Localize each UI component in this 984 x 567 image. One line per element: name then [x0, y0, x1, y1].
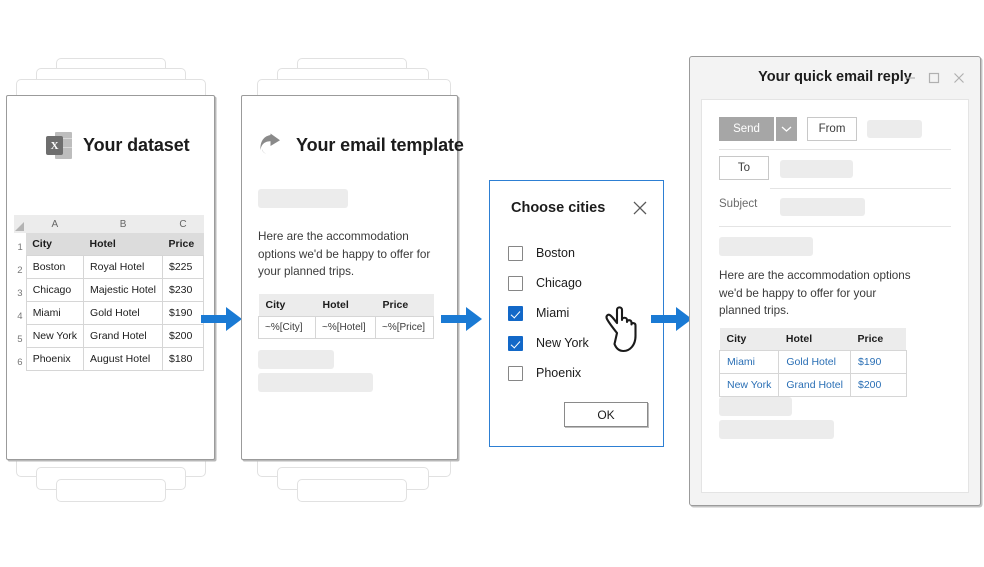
- token-city[interactable]: ~%[City]: [258, 316, 316, 339]
- checkbox-label-phoenix: Phoenix: [536, 366, 582, 380]
- checkbox-phoenix[interactable]: [508, 365, 523, 381]
- from-button[interactable]: From: [807, 117, 857, 141]
- template-signature-placeholder-2: [258, 373, 373, 392]
- signature-placeholder-1: [719, 397, 792, 416]
- cell-city[interactable]: New York: [718, 373, 780, 397]
- cell-hotel[interactable]: Grand Hotel: [778, 373, 851, 397]
- checkbox-row-chicago[interactable]: Chicago: [508, 268, 648, 298]
- cell-price[interactable]: $190: [849, 350, 907, 374]
- minimize-icon[interactable]: [902, 70, 918, 86]
- template-body-text: Here are the accommodation options we'd …: [258, 230, 431, 278]
- signature-placeholder-2: [719, 420, 834, 439]
- greeting-placeholder: [719, 237, 813, 256]
- table-row: New York Grand Hotel $200: [718, 373, 907, 397]
- header-price: Price: [375, 294, 434, 317]
- email-reply-window: Your quick email reply Send From To Subj…: [689, 56, 981, 506]
- header-price: Price: [850, 328, 907, 351]
- subject-label: Subject: [719, 198, 758, 210]
- email-compose-area: Send From To Subject Here are the accomm…: [701, 99, 969, 493]
- checkbox-row-phoenix[interactable]: Phoenix: [508, 358, 648, 388]
- subject-field-value[interactable]: [780, 198, 865, 216]
- to-button[interactable]: To: [719, 156, 769, 180]
- checkbox-new-york[interactable]: [508, 335, 523, 351]
- arrow-template-to-dialog: [441, 305, 483, 338]
- reply-result-table: City Hotel Price Miami Gold Hotel $190 N…: [718, 328, 907, 397]
- ok-button[interactable]: OK: [564, 402, 648, 427]
- table-row: Miami Gold Hotel $190: [718, 350, 907, 374]
- maximize-icon[interactable]: [926, 70, 942, 86]
- template-signature-placeholder-1: [258, 350, 334, 369]
- reply-body-text: Here are the accommodation options we'd …: [719, 269, 911, 317]
- pointing-hand-cursor: [604, 303, 648, 360]
- card-stack-bottom-3: [297, 479, 407, 502]
- close-icon[interactable]: [631, 199, 649, 217]
- to-field-value[interactable]: [780, 160, 853, 178]
- checkbox-label-boston: Boston: [536, 246, 575, 260]
- header-hotel: Hotel: [778, 328, 851, 351]
- checkbox-label-miami: Miami: [536, 306, 570, 320]
- header-hotel: Hotel: [315, 294, 376, 317]
- template-title: Your email template: [296, 134, 464, 155]
- diagram-canvas: X Your dataset A B C 1 City Hotel Price: [0, 0, 984, 567]
- window-titlebar[interactable]: Your quick email reply: [690, 57, 980, 99]
- table-header-row: City Hotel Price: [258, 294, 434, 317]
- header-city: City: [719, 328, 779, 351]
- from-field-value[interactable]: [867, 120, 922, 138]
- send-button[interactable]: Send: [719, 117, 774, 141]
- cell-city[interactable]: Miami: [718, 350, 780, 374]
- cell-price[interactable]: $200: [849, 373, 907, 397]
- checkbox-miami[interactable]: [508, 305, 523, 321]
- close-icon[interactable]: [951, 70, 967, 86]
- table-header-row: City Hotel Price: [719, 328, 907, 351]
- table-row: ~%[City] ~%[Hotel] ~%[Price]: [258, 316, 434, 339]
- dialog-title: Choose cities: [511, 200, 606, 216]
- header-city: City: [258, 294, 316, 317]
- checkbox-chicago[interactable]: [508, 275, 523, 291]
- reply-arrow-icon: [258, 132, 285, 158]
- token-hotel[interactable]: ~%[Hotel]: [315, 316, 376, 339]
- template-title-row: Your email template: [258, 132, 464, 158]
- divider: [719, 149, 951, 150]
- checkbox-row-boston[interactable]: Boston: [508, 238, 648, 268]
- checkbox-boston[interactable]: [508, 245, 523, 261]
- divider: [719, 226, 951, 227]
- token-price[interactable]: ~%[Price]: [375, 316, 434, 339]
- divider: [770, 188, 951, 189]
- template-subject-placeholder[interactable]: [258, 189, 348, 208]
- checkbox-label-new-york: New York: [536, 336, 589, 350]
- checkbox-label-chicago: Chicago: [536, 276, 582, 290]
- arrow-dialog-to-reply: [651, 305, 693, 338]
- cell-hotel[interactable]: Gold Hotel: [778, 350, 851, 374]
- send-options-chevron-down-icon[interactable]: [776, 117, 797, 141]
- template-token-table: City Hotel Price ~%[City] ~%[Hotel] ~%[P…: [258, 294, 434, 339]
